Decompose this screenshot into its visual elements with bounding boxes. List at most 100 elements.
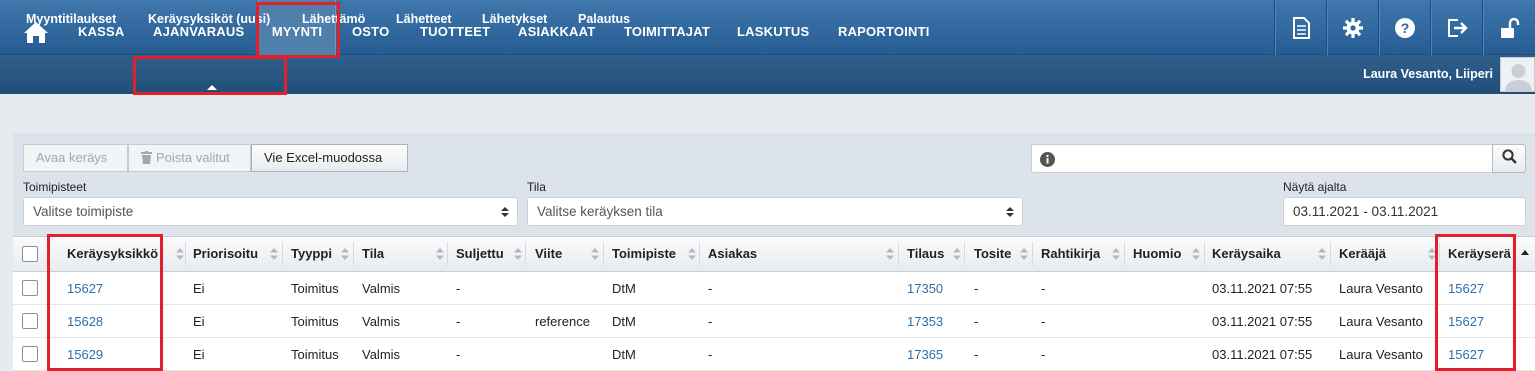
column-separator <box>603 242 604 266</box>
sort-icon[interactable] <box>1318 248 1326 260</box>
state-select[interactable]: Valitse keräyksen tila <box>527 197 1023 226</box>
col-tilaus-header[interactable]: Tilaus <box>907 236 944 272</box>
sort-icon[interactable] <box>1112 248 1120 260</box>
col-suljettu-cell: - <box>456 347 461 362</box>
col-keraaja-cell: Laura Vesanto <box>1339 314 1423 329</box>
column-separator <box>964 242 965 266</box>
subnav-keraysyksikot[interactable]: Keräysyksiköt (uusi) <box>148 0 270 39</box>
trash-icon <box>141 147 152 173</box>
col-tila-header[interactable]: Tila <box>362 236 384 272</box>
search-input[interactable] <box>1031 144 1493 173</box>
sort-icon[interactable] <box>886 248 894 260</box>
sort-icon[interactable] <box>514 248 522 260</box>
active-tab-caret <box>207 85 217 90</box>
col-keraysera-cell[interactable]: 15627 <box>1448 272 1484 305</box>
col-keraysyksikko-cell[interactable]: 15627 <box>67 272 103 305</box>
col-tilaus-cell[interactable]: 17350 <box>907 272 943 305</box>
col-priorisoitu-cell: Ei <box>193 281 205 296</box>
nav-laskutus[interactable]: LASKUTUS <box>737 0 809 55</box>
sort-icon[interactable] <box>1192 248 1200 260</box>
col-keraysyksikko-cell[interactable]: 15628 <box>67 305 103 338</box>
search-button[interactable] <box>1492 144 1526 173</box>
col-viite-cell: reference <box>535 314 590 329</box>
col-asiakas-header[interactable]: Asiakas <box>708 236 757 272</box>
col-tyyppi-cell: Toimitus <box>291 314 339 329</box>
col-tosite-header[interactable]: Tosite <box>974 236 1011 272</box>
help-icon[interactable]: ? <box>1378 0 1430 55</box>
row-checkbox[interactable] <box>22 313 38 329</box>
gear-icon[interactable] <box>1326 0 1378 55</box>
col-priorisoitu-cell: Ei <box>193 314 205 329</box>
open-picking-button[interactable]: Avaa keräys <box>23 144 128 172</box>
col-keraysera-header[interactable]: Keräyserä <box>1448 236 1511 272</box>
col-tilaus-cell[interactable]: 17353 <box>907 305 943 338</box>
sort-icon[interactable] <box>953 248 961 260</box>
col-keraysaika-cell: 03.11.2021 07:55 <box>1212 347 1313 362</box>
col-toimipiste-cell: DtM <box>612 314 636 329</box>
select-all-checkbox[interactable] <box>22 246 38 262</box>
sort-icon[interactable] <box>688 248 696 260</box>
sort-icon[interactable] <box>270 248 278 260</box>
row-checkbox[interactable] <box>22 280 38 296</box>
col-huomio-header[interactable]: Huomio <box>1133 236 1181 272</box>
nav-raportointi[interactable]: RAPORTOINTI <box>838 0 930 55</box>
document-icon[interactable] <box>1274 0 1326 55</box>
logout-icon[interactable] <box>1430 0 1482 55</box>
column-separator <box>185 242 186 266</box>
col-tyyppi-cell: Toimitus <box>291 281 339 296</box>
column-separator <box>1204 242 1205 266</box>
col-tosite-cell: - <box>974 347 979 362</box>
col-tyyppi-header[interactable]: Tyyppi <box>291 236 332 272</box>
col-tosite-cell: - <box>974 314 979 329</box>
state-filter-label: Tila <box>527 180 546 194</box>
user-name[interactable]: Laura Vesanto, Liiperi <box>1363 55 1493 94</box>
col-keraysera-cell[interactable]: 15627 <box>1448 338 1484 371</box>
col-toimipiste-cell: DtM <box>612 281 636 296</box>
col-rahtikirja-header[interactable]: Rahtikirja <box>1041 236 1100 272</box>
col-keraysyksikko-cell[interactable]: 15629 <box>67 338 103 371</box>
col-tila-cell: Valmis <box>362 314 401 329</box>
sort-icon[interactable] <box>436 248 444 260</box>
col-priorisoitu-header[interactable]: Priorisoitu <box>193 236 258 272</box>
row-checkbox[interactable] <box>22 346 38 362</box>
date-range-field[interactable]: 03.11.2021 - 03.11.2021 <box>1283 197 1526 226</box>
sort-icon[interactable] <box>591 248 599 260</box>
subnav-lahetteet[interactable]: Lähetteet <box>396 0 452 39</box>
unlock-icon[interactable] <box>1482 0 1535 55</box>
col-keraysyksikko-header[interactable]: Keräysyksikkö <box>67 236 158 272</box>
site-select[interactable]: Valitse toimipiste <box>23 197 518 226</box>
col-asiakas-cell: - <box>708 314 713 329</box>
col-suljettu-cell: - <box>456 281 461 296</box>
col-tila-cell: Valmis <box>362 281 401 296</box>
export-excel-button[interactable]: Vie Excel-muodossa <box>251 144 408 172</box>
col-keraaja-cell: Laura Vesanto <box>1339 347 1423 362</box>
col-asiakas-cell: - <box>708 281 713 296</box>
subnav-lahetykset[interactable]: Lähetykset <box>482 0 547 39</box>
sort-icon[interactable] <box>176 248 184 260</box>
col-keraaja-header[interactable]: Kerääjä <box>1339 236 1386 272</box>
nav-toimittajat[interactable]: TOIMITTAJAT <box>624 0 710 55</box>
col-tilaus-cell[interactable]: 17365 <box>907 338 943 371</box>
col-keraysera-cell[interactable]: 15627 <box>1448 305 1484 338</box>
subnav-myyntitilaukset[interactable]: Myyntitilaukset <box>26 0 116 39</box>
col-keraysaika-header[interactable]: Keräysaika <box>1212 236 1281 272</box>
col-suljettu-header[interactable]: Suljettu <box>456 236 504 272</box>
sort-icon[interactable] <box>1428 248 1436 260</box>
search-icon <box>1501 148 1517 169</box>
col-toimipiste-header[interactable]: Toimipiste <box>612 236 676 272</box>
sub-navigation <box>0 55 1535 94</box>
sort-icon[interactable] <box>1020 248 1028 260</box>
sort-ascending-icon[interactable] <box>1521 248 1529 260</box>
column-separator <box>1330 242 1331 266</box>
col-rahtikirja-cell: - <box>1041 314 1046 329</box>
date-filter-label: Näytä ajalta <box>1283 180 1347 194</box>
subnav-lahettamo[interactable]: Lähettämö <box>302 0 365 39</box>
state-select-value: Valitse keräyksen tila <box>537 204 663 219</box>
column-separator <box>898 242 899 266</box>
col-viite-header[interactable]: Viite <box>535 236 562 272</box>
subnav-palautus[interactable]: Palautus <box>578 0 630 39</box>
avatar[interactable] <box>1500 57 1535 92</box>
sort-icon[interactable] <box>341 248 349 260</box>
delete-selected-button[interactable]: Poista valitut <box>128 144 251 172</box>
select-arrows-icon <box>501 207 509 217</box>
